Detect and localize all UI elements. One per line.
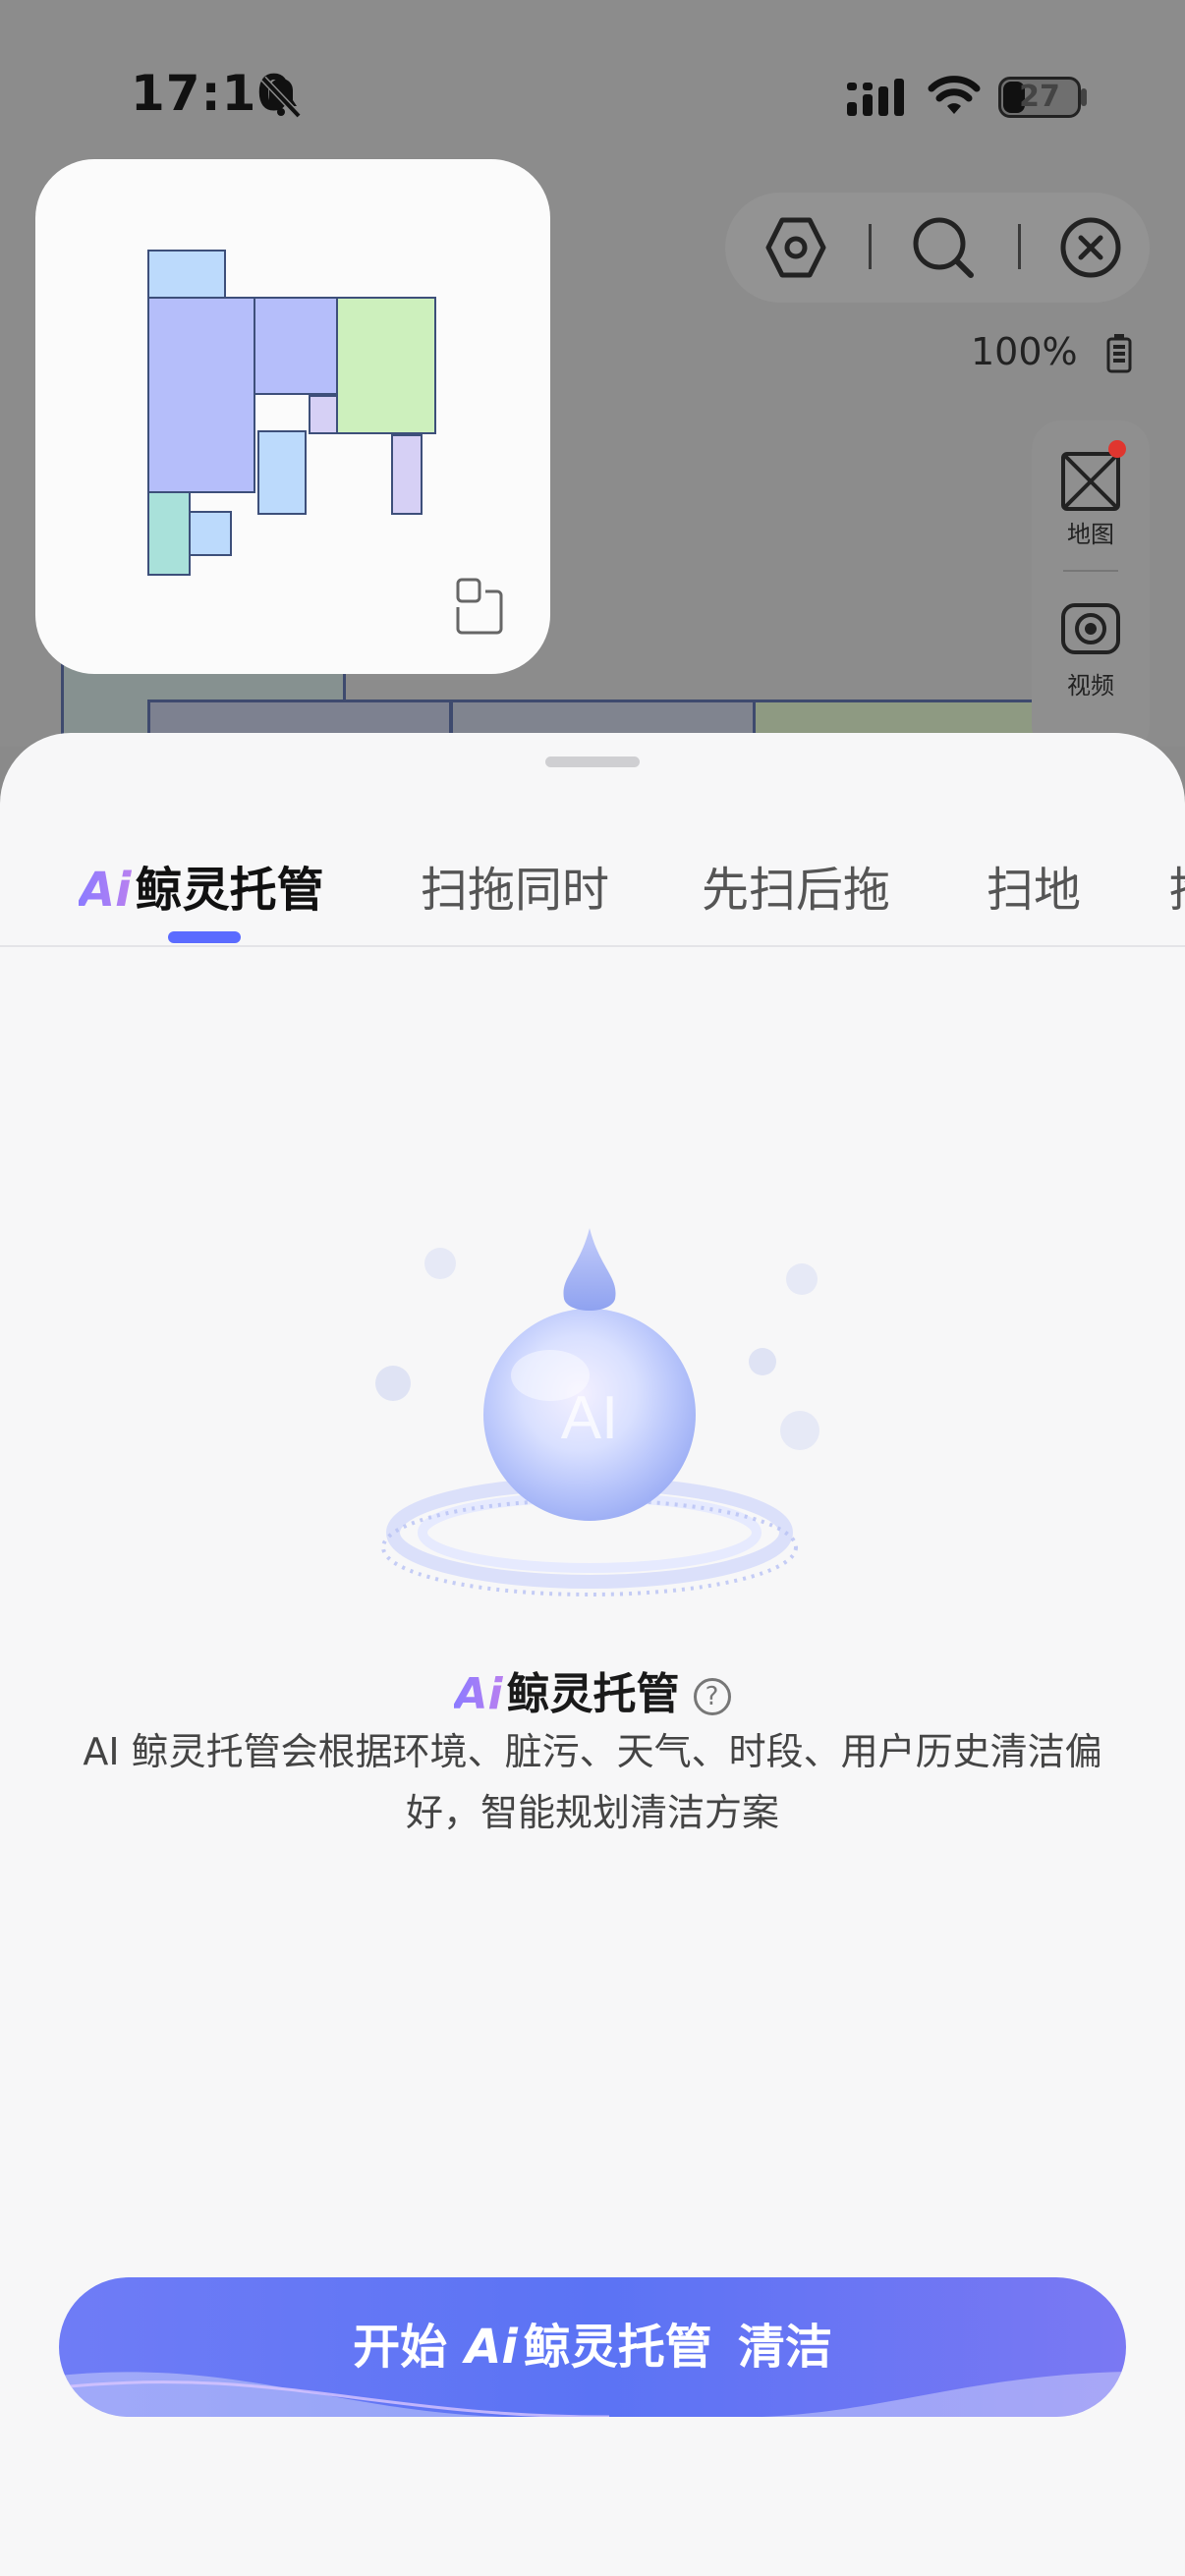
- map-room[interactable]: [254, 297, 338, 395]
- start-button-suffix: 清洁: [737, 2320, 832, 2375]
- tab-active-indicator: [168, 931, 241, 943]
- feature-description: AI 鲸灵托管会根据环境、脏污、天气、时段、用户历史清洁偏好，智能规划清洁方案: [83, 1730, 1102, 1834]
- robot-battery-icon: [1106, 334, 1132, 373]
- ai-logo-icon: Ai: [465, 2320, 518, 2375]
- tabs-divider: [0, 945, 1185, 947]
- tab-ai-managed[interactable]: Ai鲸灵托管: [79, 851, 324, 920]
- sheet-drag-handle[interactable]: [545, 756, 640, 767]
- map-room[interactable]: [147, 250, 226, 299]
- map-room[interactable]: [257, 430, 307, 515]
- start-button-name: 鲸灵托管: [523, 2320, 712, 2375]
- map-room[interactable]: [147, 297, 255, 493]
- side-label-video[interactable]: 视频: [1032, 666, 1150, 700]
- ai-logo-icon: Ai: [454, 1669, 503, 1719]
- bell-muted-icon: [260, 76, 302, 119]
- map-room[interactable]: [391, 434, 423, 515]
- battery-tip: [1081, 88, 1087, 106]
- switch-map-view-icon[interactable]: [456, 578, 503, 635]
- toolbar-divider: [1018, 224, 1021, 269]
- map-room[interactable]: [147, 491, 191, 576]
- feature-title-text: 鲸灵托管: [506, 1669, 680, 1719]
- battery-level: 27: [1019, 80, 1060, 114]
- start-button-label: 开始 Ai 鲸灵托管 清洁: [59, 2277, 1126, 2417]
- tab-sweep[interactable]: 扫地: [987, 851, 1081, 920]
- battery-indicator: 27: [998, 77, 1081, 118]
- help-icon[interactable]: ?: [693, 1678, 731, 1715]
- ai-orb-illustration: AI: [375, 1228, 819, 1596]
- map-room[interactable]: [336, 297, 436, 434]
- close-icon[interactable]: [1057, 214, 1124, 281]
- start-button-prefix: 开始: [353, 2320, 448, 2375]
- map-room[interactable]: [189, 511, 232, 556]
- side-divider: [1063, 570, 1118, 572]
- video-camera-icon[interactable]: [1059, 597, 1122, 660]
- tab-mop[interactable]: 拖: [1169, 851, 1185, 920]
- start-cleaning-button[interactable]: 开始 Ai 鲸灵托管 清洁: [59, 2277, 1126, 2417]
- wifi-icon: [928, 76, 981, 114]
- tab-sweep-then-mop[interactable]: 先扫后拖: [702, 851, 890, 920]
- cellular-signal-icon: [847, 79, 904, 116]
- orb-label: AI: [561, 1384, 619, 1452]
- map-room[interactable]: [309, 395, 338, 434]
- ai-logo-icon: Ai: [79, 863, 132, 918]
- notification-dot: [1108, 440, 1126, 458]
- map-icon[interactable]: [1059, 450, 1122, 513]
- robot-battery-percent: 100%: [971, 330, 1078, 373]
- toolbar-divider: [869, 224, 872, 269]
- search-icon[interactable]: [910, 214, 977, 281]
- settings-hexagon-icon[interactable]: [762, 214, 829, 281]
- feature-title: Ai鲸灵托管?: [0, 1658, 1185, 1721]
- tab-label: 鲸灵托管: [135, 863, 324, 918]
- side-label-map[interactable]: 地图: [1032, 515, 1150, 549]
- tab-sweep-mop[interactable]: 扫拖同时: [421, 851, 609, 920]
